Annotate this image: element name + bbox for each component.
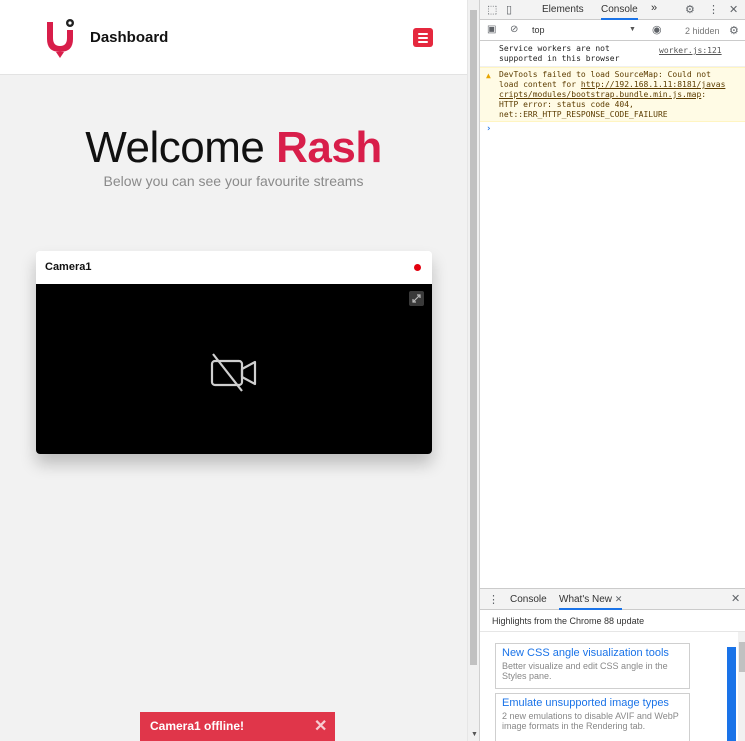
live-expression-eye-icon[interactable]: ◉ <box>652 23 662 36</box>
promo-image <box>727 647 736 741</box>
devtools-tab-bar: ⬚ ▯ Elements Console » ⚙ ⋮ ✕ <box>480 0 745 20</box>
console-settings-gear-icon[interactable]: ⚙ <box>729 24 739 37</box>
more-tabs-button[interactable]: » <box>651 2 657 14</box>
chevron-down-icon[interactable]: ▼ <box>629 26 636 33</box>
menu-line-icon <box>418 37 428 39</box>
console-toolbar: ▣ ⊘ top ▼ ◉ 2 hidden ⚙ <box>480 21 745 41</box>
hamburger-menu-button[interactable] <box>413 28 433 47</box>
clear-console-icon[interactable]: ⊘ <box>510 24 518 35</box>
scroll-down-arrow-icon[interactable]: ▼ <box>471 731 478 738</box>
camera-card-header: Camera1 <box>36 251 432 284</box>
console-log-warning: ▲ DevTools failed to load SourceMap: Cou… <box>480 67 745 122</box>
camera-status-dot <box>414 264 421 271</box>
card-description: Better visualize and edit CSS angle in t… <box>502 661 668 681</box>
card-title[interactable]: Emulate unsupported image types <box>502 697 683 709</box>
drawer-tab-bar: ⋮ Console What's New ✕ ✕ <box>480 589 745 610</box>
menu-line-icon <box>418 33 428 35</box>
camera-video-area[interactable] <box>36 284 432 454</box>
brand-title[interactable]: Dashboard <box>90 29 168 46</box>
tab-console[interactable]: Console <box>601 4 638 20</box>
hidden-messages-count[interactable]: 2 hidden <box>685 26 720 36</box>
page-scrollbar-thumb[interactable] <box>470 10 477 665</box>
camera-name: Camera1 <box>45 261 92 273</box>
tab-close-icon[interactable]: ✕ <box>615 594 623 604</box>
close-drawer-icon[interactable]: ✕ <box>731 592 740 605</box>
video-off-icon <box>210 353 257 392</box>
whats-new-label: What's New <box>559 594 613 605</box>
welcome-prefix: Welcome <box>85 123 277 172</box>
settings-gear-icon[interactable]: ⚙ <box>685 3 695 16</box>
fullscreen-button[interactable] <box>409 291 424 306</box>
drawer-menu-icon[interactable]: ⋮ <box>488 593 499 606</box>
drawer-tab-whats-new[interactable]: What's New ✕ <box>559 594 623 610</box>
user-name: Rash <box>276 123 382 172</box>
card-description: 2 new emulations to disable AVIF and Web… <box>502 711 679 731</box>
close-devtools-icon[interactable]: ✕ <box>729 3 738 16</box>
offline-toast: Camera1 offline! ✕ <box>140 712 335 741</box>
welcome-heading: Welcome Rash <box>0 123 467 173</box>
log-source-link[interactable]: worker.js:121 <box>659 46 722 56</box>
whats-new-content: New CSS angle visualization tools Better… <box>480 631 745 741</box>
whats-new-heading: Highlights from the Chrome 88 update <box>492 616 645 626</box>
drawer-scrollbar[interactable] <box>738 632 745 741</box>
toast-message: Camera1 offline! <box>150 719 245 733</box>
whats-new-card[interactable]: Emulate unsupported image types 2 new em… <box>495 693 690 741</box>
log-info-text: Service workers are not supported in thi… <box>499 44 620 63</box>
camera-card: Camera1 <box>36 251 432 454</box>
drawer-tab-console[interactable]: Console <box>510 594 547 605</box>
warning-icon: ▲ <box>486 71 491 80</box>
context-selector[interactable]: top <box>532 25 640 38</box>
device-toolbar-icon[interactable]: ▯ <box>506 3 512 16</box>
expand-icon <box>412 294 421 303</box>
navbar: Dashboard <box>0 0 467 75</box>
page-scrollbar[interactable]: ▼ <box>467 0 479 741</box>
card-title[interactable]: New CSS angle visualization tools <box>502 647 683 659</box>
toast-close-button[interactable]: ✕ <box>314 716 327 736</box>
sidebar-toggle-icon[interactable]: ▣ <box>487 24 496 35</box>
welcome-subtitle: Below you can see your favourite streams <box>103 173 364 189</box>
app-viewport: Dashboard Welcome Rash Below you can see… <box>0 0 467 741</box>
devtools-drawer: ⋮ Console What's New ✕ ✕ Highlights from… <box>480 588 745 741</box>
more-options-icon[interactable]: ⋮ <box>708 3 719 16</box>
inspect-element-icon[interactable]: ⬚ <box>487 3 497 16</box>
whats-new-card[interactable]: New CSS angle visualization tools Better… <box>495 643 690 689</box>
console-log-info: Service workers are not supported in thi… <box>480 44 745 67</box>
console-output: Service workers are not supported in thi… <box>480 42 745 588</box>
tab-elements[interactable]: Elements <box>542 4 584 15</box>
menu-line-icon <box>418 41 428 43</box>
drawer-scrollbar-thumb[interactable] <box>739 642 745 672</box>
brand-logo-icon[interactable] <box>44 16 76 60</box>
devtools-panel: ⬚ ▯ Elements Console » ⚙ ⋮ ✕ ▣ ⊘ top ▼ ◉… <box>479 0 745 741</box>
console-prompt[interactable]: › <box>486 124 491 134</box>
